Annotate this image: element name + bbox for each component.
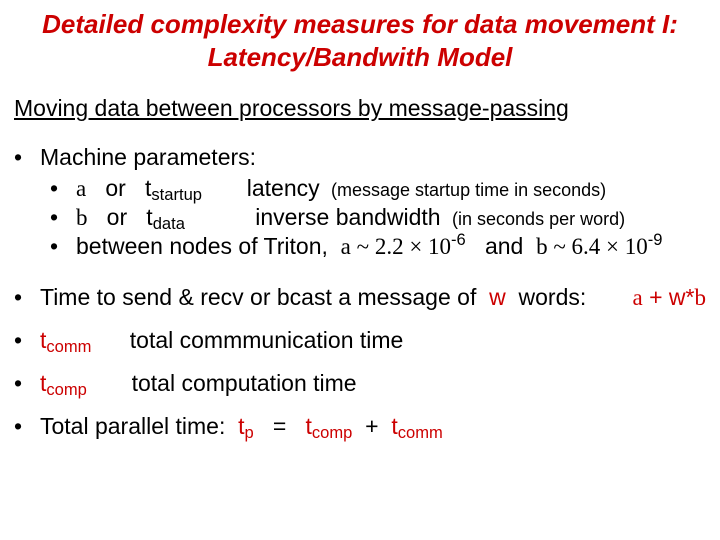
- bullet-send-recv: • Time to send & recv or bcast a message…: [14, 284, 706, 311]
- bullet-text: tcomm total commmunication time: [40, 327, 706, 354]
- tcomm-var: tcomm: [40, 327, 91, 353]
- spacer: [14, 358, 706, 370]
- tcomm-desc: total commmunication time: [130, 327, 404, 353]
- bullet-dot: •: [14, 327, 40, 354]
- t-data: tdata: [146, 204, 185, 230]
- latency-label: latency: [247, 175, 320, 201]
- bullet-dot: •: [14, 144, 40, 171]
- words-text: words:: [519, 284, 587, 310]
- send-recv-formula: a + w*b: [633, 284, 707, 311]
- bullet-text: b or tdata inverse bandwidth (in seconds…: [76, 204, 706, 231]
- bullet-text: between nodes of Triton, a ~ 2.2 × 10-6 …: [76, 233, 706, 260]
- bandwidth-paren: (in seconds per word): [447, 209, 625, 229]
- tcomp-term: tcomp: [306, 413, 353, 439]
- bullet-tcomm: • tcomm total commmunication time: [14, 327, 706, 354]
- spacer: [14, 262, 706, 284]
- eq-sign: =: [273, 413, 286, 439]
- or-text: or: [107, 204, 127, 230]
- bullet-dot: •: [14, 413, 40, 440]
- bullet-text: Total parallel time: tp = tcomp + tcomm: [40, 413, 706, 440]
- t-startup: tstartup: [145, 175, 202, 201]
- bullet-text: a or tstartup latency (message startup t…: [76, 175, 706, 202]
- alpha-exp: -6: [451, 230, 466, 249]
- bullet-text: tcomp total computation time: [40, 370, 706, 397]
- w-var: w: [483, 284, 512, 310]
- send-recv-text: Time to send & recv or bcast a message o…: [40, 284, 476, 310]
- plus-sign: +: [365, 413, 378, 439]
- tcomp-desc: total computation time: [132, 370, 357, 396]
- spacer: [14, 401, 706, 413]
- bullet-dot: •: [14, 370, 40, 397]
- bullet-text: Time to send & recv or bcast a message o…: [40, 284, 706, 311]
- bullet-dot: •: [14, 284, 40, 311]
- bullet-machine-parameters: • Machine parameters:: [14, 144, 706, 171]
- tcomm-term: tcomm: [391, 413, 442, 439]
- alpha-symbol: a: [76, 176, 86, 201]
- total-label: Total parallel time:: [40, 413, 225, 439]
- triton-prefix: between nodes of Triton,: [76, 233, 328, 259]
- bullet-total-time: • Total parallel time: tp = tcomp + tcom…: [14, 413, 706, 440]
- bullet-dot: •: [50, 233, 76, 260]
- bullet-dot: •: [50, 175, 76, 202]
- beta-value: b ~ 6.4 × 10: [536, 234, 648, 259]
- subbullet-triton: • between nodes of Triton, a ~ 2.2 × 10-…: [50, 233, 706, 260]
- slide: Detailed complexity measures for data mo…: [0, 0, 720, 540]
- bandwidth-label: inverse bandwidth: [255, 204, 440, 230]
- latency-paren: (message startup time in seconds): [326, 180, 606, 200]
- alpha-value: a ~ 2.2 × 10: [341, 234, 451, 259]
- slide-title: Detailed complexity measures for data mo…: [14, 8, 706, 73]
- bullet-dot: •: [50, 204, 76, 231]
- beta-symbol: b: [76, 205, 88, 230]
- tp-var: tp: [238, 413, 254, 439]
- title-line-2: Latency/Bandwith Model: [208, 42, 513, 72]
- beta-exp: -9: [648, 230, 663, 249]
- or-text: or: [105, 175, 125, 201]
- and-text: and: [485, 233, 523, 259]
- subbullet-beta: • b or tdata inverse bandwidth (in secon…: [50, 204, 706, 231]
- tcomp-var: tcomp: [40, 370, 87, 396]
- section-subheading: Moving data between processors by messag…: [14, 95, 706, 122]
- subbullet-alpha: • a or tstartup latency (message startup…: [50, 175, 706, 202]
- bullet-text: Machine parameters:: [40, 144, 706, 171]
- spacer: [14, 315, 706, 327]
- title-line-1: Detailed complexity measures for data mo…: [42, 9, 678, 39]
- bullet-tcomp: • tcomp total computation time: [14, 370, 706, 397]
